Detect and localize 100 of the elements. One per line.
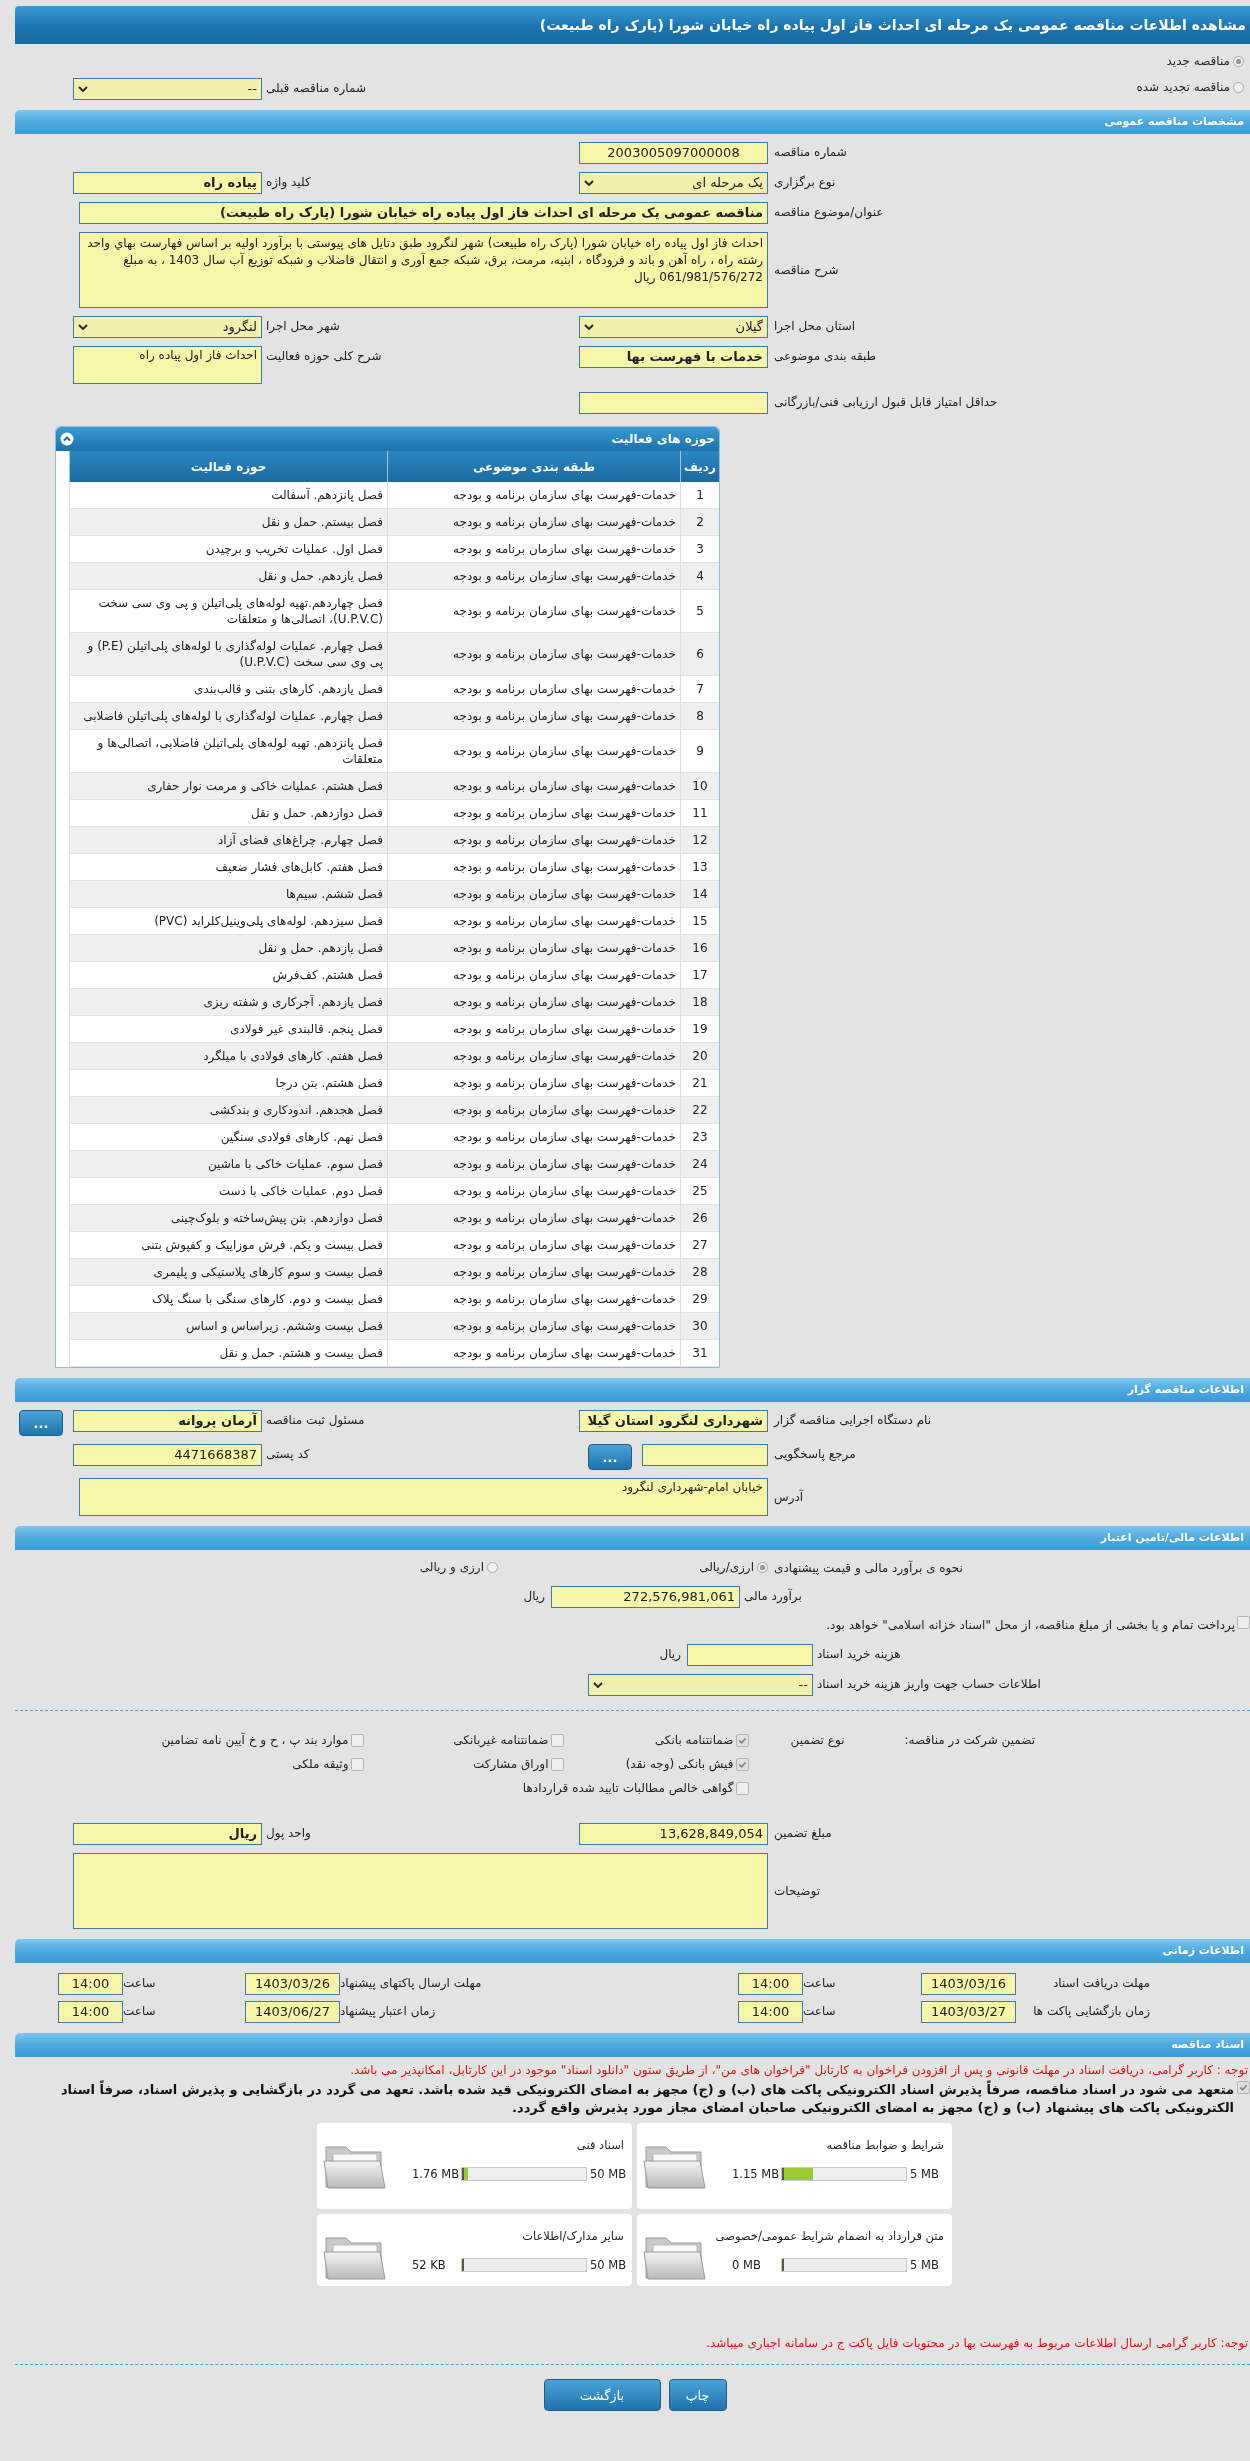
radio-button[interactable] xyxy=(1233,81,1244,93)
table-cell: خدمات-فهرست بهای سازمان برنامه و بودجه xyxy=(387,853,681,881)
table-cell: فصل یازدهم. حمل و نقل xyxy=(69,934,388,962)
input-field[interactable]: 2003005097000008 xyxy=(579,142,768,164)
input-field[interactable]: مناقصه عمومی یک مرحله ای احداث فاز اول پیاده راه خیابان شورا (پارک راه طبیعت) xyxy=(79,202,768,224)
table-cell: فصل دوازدهم. حمل و نقل xyxy=(69,799,388,827)
table-cell: فصل بیست و یکم. فرش موزاییک و کفپوش بتنی xyxy=(69,1231,388,1259)
checkbox-label[interactable]: گواهی خالص مطالبات تایید شده قراردادها xyxy=(522,1779,734,1797)
collapse-icon[interactable] xyxy=(60,432,74,446)
radio-label[interactable]: ارزی/ریالی xyxy=(699,1558,754,1576)
field-label: برآورد مالی xyxy=(743,1587,803,1605)
input-field[interactable] xyxy=(579,392,768,414)
table-cell: خدمات-فهرست بهای سازمان برنامه و بودجه xyxy=(387,1150,681,1178)
action-button[interactable]: بازگشت xyxy=(543,2379,661,2411)
checkbox[interactable] xyxy=(736,1757,750,1771)
field-label: شرح مناقصه xyxy=(773,262,840,279)
checkbox[interactable] xyxy=(551,1757,565,1771)
checkbox[interactable] xyxy=(736,1781,750,1795)
file-size: 1.15 MB xyxy=(732,2167,778,2181)
chevron-down-icon xyxy=(593,1682,603,1688)
date-field[interactable]: 1403/03/26 xyxy=(245,1973,340,1995)
file-size: 52 KB xyxy=(412,2258,447,2272)
chevron-down-icon xyxy=(584,324,594,330)
radio-label[interactable]: مناقصه تجدید شده xyxy=(1136,78,1230,96)
section-header: مشخصات مناقصه عمومی xyxy=(15,110,1250,134)
commitment-text: متعهد می شود در اسناد مناقصه، صرفاً پذیرش اسناد الکترونیکی پاکت های (ب) و (ج) مجهز به امضای الکترونیکی قید شده باشد. تعهد می گردد در بازگشایی و پذیرش اسناد، صرفاً اسناد الکترونیکی پاکت های پیشنهاد (ب) و (ج) مجهز به امضای الکترونیکی صاحبان امضای مجاز مورد پذیرش واقع گردد. xyxy=(59,2081,1234,2117)
date-field[interactable]: 1403/03/27 xyxy=(921,2001,1016,2023)
file-title: متن قرارداد به انضمام شرایط عمومی/خصوصی xyxy=(714,2228,944,2244)
browse-button[interactable]: ... xyxy=(588,1444,632,1470)
checkbox[interactable] xyxy=(1237,2081,1250,2094)
table-cell: فصل هشتم. کف‌فرش xyxy=(69,961,388,989)
notice-text: توجه : کاربر گرامی، دریافت اسناد در مهلت قانونی و پس از افزودن فراخوان به کارتابل "فراخوان های من"، از طریق ستون "دانلود اسناد" موجود در این کارتابل، امکانپذیر می باشد. xyxy=(349,2063,1249,2077)
dropdown[interactable]: -- xyxy=(588,1674,813,1696)
input-field[interactable] xyxy=(642,1444,768,1466)
date-field[interactable]: 1403/06/27 xyxy=(245,2001,340,2023)
input-field[interactable] xyxy=(687,1644,813,1666)
input-field[interactable]: 13,628,849,054 xyxy=(579,1823,768,1845)
table-cell: فصل چهارم. چراغ‌های فضای آزاد xyxy=(69,826,388,854)
field-label: مبلغ تضمین xyxy=(773,1825,833,1843)
checkmark-icon xyxy=(738,1735,748,1745)
checkbox[interactable] xyxy=(351,1733,365,1747)
checkbox[interactable] xyxy=(1237,1616,1250,1629)
input-field[interactable]: 4471668387 xyxy=(73,1444,262,1466)
size-limit: 50 MB xyxy=(590,2167,624,2181)
checkbox[interactable] xyxy=(351,1757,365,1771)
checkbox-label[interactable]: اوراق مشارکت xyxy=(473,1755,549,1773)
dropdown[interactable]: -- xyxy=(73,78,262,100)
checkbox[interactable] xyxy=(551,1733,565,1747)
checkbox-label[interactable]: وثیقه ملکی xyxy=(292,1755,349,1773)
table-cell: فصل هفتم. کارهای فولادی با میلگرد xyxy=(69,1042,388,1070)
file-title: سایر مدارک/اطلاعات xyxy=(521,2228,624,2244)
table-cell: خدمات-فهرست بهای سازمان برنامه و بودجه xyxy=(387,1231,681,1259)
checkbox-label[interactable]: موارد بند پ ، ح و خ آیین نامه تضامین xyxy=(161,1731,349,1749)
date-field[interactable]: 1403/03/16 xyxy=(921,1973,1016,1995)
text-area[interactable]: احداث فاز اول پیاده راه خیابان شورا (پارک راه طبیعت) شهر لنگرود طبق دتایل های پیوستی با برآورد اولیه بر اساس فهارست بهاي واحد رشته راه ، راه آهن و باند و فرودگاه ، ابنيه، مرمت، برق، شبکه جمع آوری و انتقال فاضلاب و شبکه توزیع آب سال 1403 ، به مبلغ 061/981/576/272 ریال xyxy=(79,232,768,308)
table-cell: فصل اول. عملیات تخریب و برچیدن xyxy=(69,535,388,563)
input-field[interactable]: پیاده راه xyxy=(73,172,262,194)
checkbox-label[interactable]: ضمانتنامه بانکی xyxy=(654,1731,734,1749)
checkbox-label[interactable]: ضمانتنامه غیربانکی xyxy=(453,1731,549,1749)
radio-button[interactable] xyxy=(487,1561,498,1573)
dropdown[interactable]: گیلان xyxy=(579,316,768,338)
time-field[interactable]: 14:00 xyxy=(738,2001,803,2023)
time-field[interactable]: 14:00 xyxy=(58,2001,123,2023)
action-button[interactable]: چاپ xyxy=(668,2379,727,2411)
table-cell: فصل پانزدهم. تهیه لوله‌های پلی‌اتیلن فاضلابی، اتصالی‌ها و متعلقات xyxy=(69,729,388,773)
checkbox-label[interactable]: فیش بانکی (وجه نقد) xyxy=(625,1755,734,1773)
field-label: نام دستگاه اجرایی مناقصه گزار xyxy=(772,1412,933,1429)
radio-label[interactable]: مناقصه جدید xyxy=(1166,52,1230,70)
field-label: آدرس xyxy=(773,1488,805,1507)
radio-button[interactable] xyxy=(757,1561,768,1573)
time-field[interactable]: 14:00 xyxy=(58,1973,123,1995)
input-field[interactable]: خدمات با فهرست بها xyxy=(579,346,768,368)
input-field[interactable]: آرمان پروانه xyxy=(73,1410,262,1432)
size-limit: 5 MB xyxy=(910,2167,940,2181)
table-cell: خدمات-فهرست بهای سازمان برنامه و بودجه xyxy=(387,988,681,1016)
table-cell: خدمات-فهرست بهای سازمان برنامه و بودجه xyxy=(387,772,681,800)
checkbox[interactable] xyxy=(736,1733,750,1747)
table-cell: خدمات-فهرست بهای سازمان برنامه و بودجه xyxy=(387,1123,681,1151)
input-field[interactable]: شهرداری لنگرود استان گیلا xyxy=(579,1410,768,1432)
field-label: زمان اعتبار پیشنهاد xyxy=(340,2003,437,2021)
table-cell: 24 xyxy=(680,1150,719,1178)
radio-label[interactable]: ارزی و ریالی xyxy=(419,1558,484,1576)
input-field[interactable]: 272,576,981,061 xyxy=(551,1586,740,1608)
table-cell: خدمات-فهرست بهای سازمان برنامه و بودجه xyxy=(387,1312,681,1340)
browse-button[interactable]: ... xyxy=(19,1410,63,1436)
section-header: اطلاعات مناقصه گزار xyxy=(15,1378,1250,1402)
table-cell: 25 xyxy=(680,1177,719,1205)
dropdown[interactable]: یک مرحله ای xyxy=(579,172,768,194)
file-size: 0 MB xyxy=(732,2258,762,2272)
time-field[interactable]: 14:00 xyxy=(738,1973,803,1995)
dropdown[interactable]: لنگرود xyxy=(73,316,262,338)
section-header: اطلاعات زمانی xyxy=(15,1939,1250,1963)
input-field[interactable]: ریال xyxy=(73,1823,262,1845)
text-area[interactable]: خیابان امام-شهرداری لنگرود xyxy=(79,1478,768,1516)
radio-button[interactable] xyxy=(1233,55,1244,67)
table-cell: خدمات-فهرست بهای سازمان برنامه و بودجه xyxy=(387,880,681,908)
text-area[interactable]: احداث فاز اول پیاده راه xyxy=(73,346,262,384)
table-cell: 29 xyxy=(680,1285,719,1313)
field-label: نوع تضمین xyxy=(789,1732,845,1749)
text-area[interactable] xyxy=(73,1853,768,1929)
